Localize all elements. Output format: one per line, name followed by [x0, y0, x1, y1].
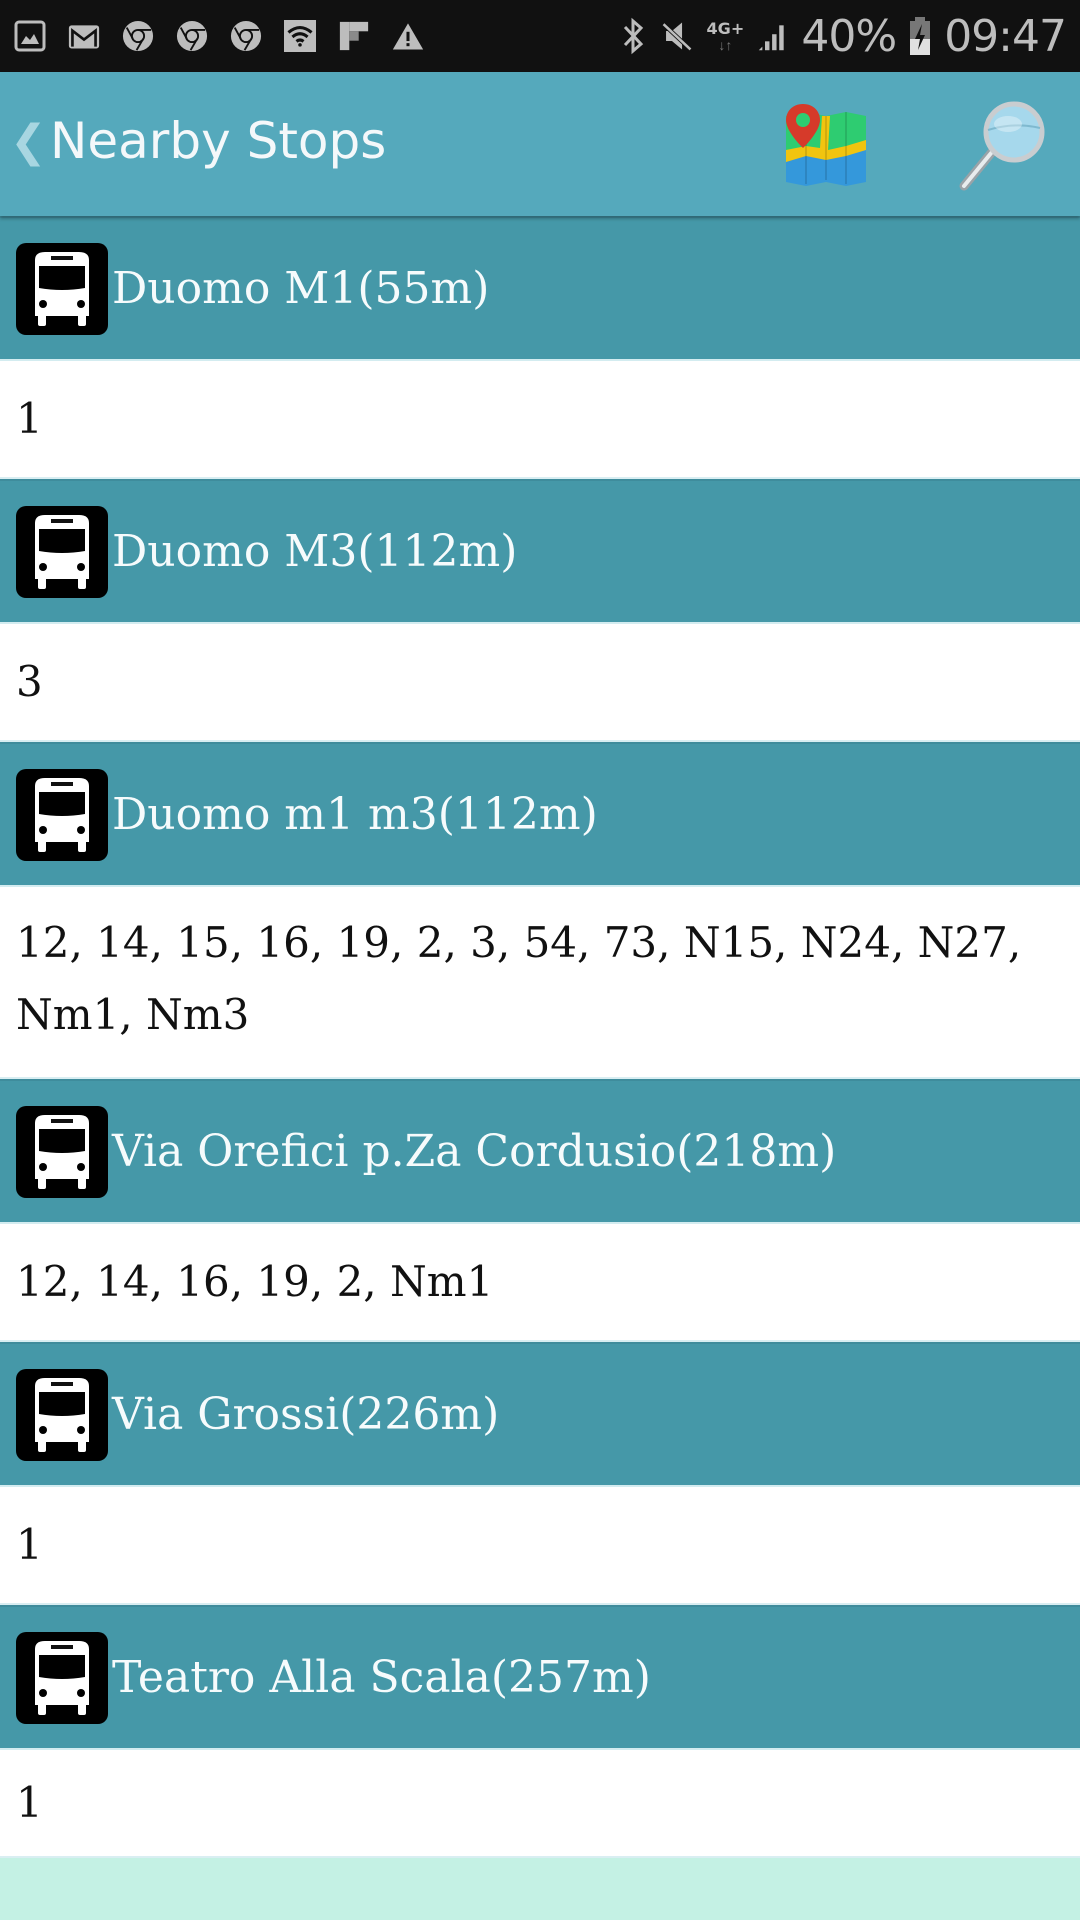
wifi-icon — [284, 19, 316, 53]
stop-header[interactable]: Teatro Alla Scala(257m) — [0, 1605, 1080, 1748]
bus-icon — [16, 242, 108, 335]
stop-header[interactable]: Duomo M1(55m) — [0, 216, 1080, 359]
stop-item[interactable]: Duomo M3(112m) 3 — [0, 479, 1080, 742]
clock: 09:47 — [944, 10, 1067, 62]
stop-lines: 1 — [0, 359, 1080, 479]
stop-name: Teatro Alla Scala(257m) — [112, 1652, 651, 1703]
magnifier-icon — [959, 101, 1045, 191]
chrome-icon — [230, 19, 262, 53]
back-button[interactable]: ❮ — [10, 116, 47, 167]
bus-icon — [16, 768, 108, 861]
warning-icon — [392, 19, 424, 53]
status-bar: 4G+ ↓↑ 40% 09:47 — [0, 0, 1080, 72]
gmail-icon — [68, 19, 100, 53]
page-title: Nearby Stops — [50, 112, 387, 170]
bus-icon — [16, 1631, 108, 1724]
stop-item[interactable]: Via Orefici p.Za Cordusio(218m) 12, 14, … — [0, 1079, 1080, 1342]
mute-icon — [661, 19, 693, 53]
stop-header[interactable]: Duomo m1 m3(112m) — [0, 742, 1080, 885]
system-status: 4G+ ↓↑ 40% 09:47 — [617, 8, 1067, 64]
flipboard-icon — [338, 19, 370, 53]
stop-header[interactable]: Via Orefici p.Za Cordusio(218m) — [0, 1079, 1080, 1222]
stop-lines: 3 — [0, 622, 1080, 742]
signal-icon — [757, 19, 789, 53]
bus-icon — [16, 1368, 108, 1461]
stop-name: Duomo m1 m3(112m) — [112, 789, 598, 840]
list-end-background — [0, 1864, 1080, 1920]
nearby-stops-list: Duomo M1(55m) 1 Duomo M3(112m) 3 Duomo m… — [0, 216, 1080, 1858]
stop-name: Via Grossi(226m) — [112, 1389, 500, 1440]
data-arrows-icon: ↓↑ — [718, 37, 733, 53]
network-4g-plus-icon: 4G+ ↓↑ — [705, 19, 745, 53]
search-button[interactable] — [950, 96, 1050, 196]
stop-item[interactable]: Teatro Alla Scala(257m) 1 — [0, 1605, 1080, 1858]
map-icon — [786, 104, 866, 186]
chrome-icon — [176, 19, 208, 53]
stop-name: Duomo M3(112m) — [112, 526, 518, 577]
app-bar: ❮ Nearby Stops — [0, 72, 1080, 216]
stop-header[interactable]: Duomo M3(112m) — [0, 479, 1080, 622]
map-button[interactable] — [780, 102, 870, 192]
stop-item[interactable]: Duomo m1 m3(112m) 12, 14, 15, 16, 19, 2,… — [0, 742, 1080, 1079]
bluetooth-icon — [617, 17, 649, 55]
stop-item[interactable]: Duomo M1(55m) 1 — [0, 216, 1080, 479]
gallery-icon — [14, 19, 46, 53]
stop-lines: 12, 14, 15, 16, 19, 2, 3, 54, 73, N15, N… — [0, 885, 1080, 1079]
stop-lines: 1 — [0, 1748, 1080, 1858]
stop-name: Duomo M1(55m) — [112, 263, 490, 314]
network-label: 4G+ — [706, 19, 745, 38]
battery-charging-icon — [908, 17, 932, 55]
stop-item[interactable]: Via Grossi(226m) 1 — [0, 1342, 1080, 1605]
stop-lines: 1 — [0, 1485, 1080, 1605]
battery-percent: 40% — [801, 10, 897, 62]
bus-icon — [16, 505, 108, 598]
stop-header[interactable]: Via Grossi(226m) — [0, 1342, 1080, 1485]
stop-lines: 12, 14, 16, 19, 2, Nm1 — [0, 1222, 1080, 1342]
chrome-icon — [122, 19, 154, 53]
stop-name: Via Orefici p.Za Cordusio(218m) — [112, 1126, 837, 1177]
notification-icons — [14, 14, 424, 58]
bus-icon — [16, 1105, 108, 1198]
